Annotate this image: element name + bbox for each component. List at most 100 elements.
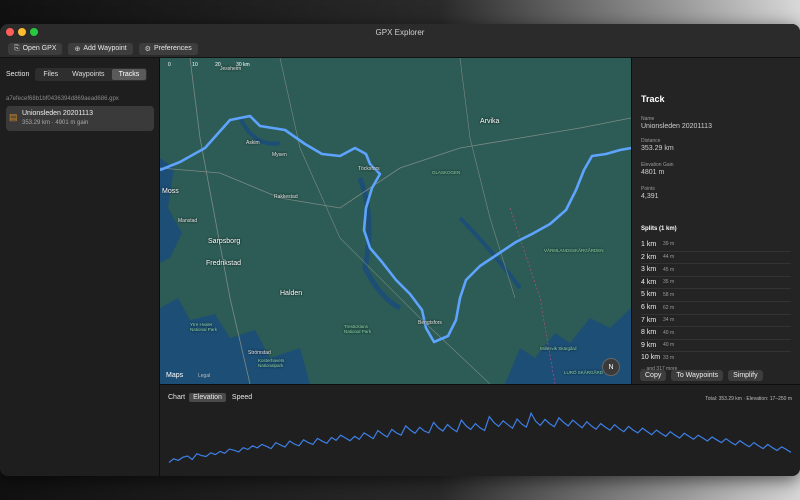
simplify-button[interactable]: Simplify [728, 370, 763, 381]
map-label-ytre-hvaler: Ytre Hvaler National Park [190, 322, 218, 332]
elevation-series-line [168, 411, 792, 463]
split-distance: 1 km [641, 240, 657, 248]
split-value: 40 m [663, 342, 675, 349]
split-row: 7 km 34 m [641, 313, 791, 326]
window-controls [6, 28, 38, 36]
split-row: 5 km 58 m [641, 288, 791, 300]
maps-legal-link[interactable]: Legal [198, 373, 210, 379]
split-row: 6 km 62 m [641, 301, 791, 313]
tab-tracks[interactable]: Tracks [111, 69, 147, 80]
split-value: 40 m [663, 329, 675, 336]
section-label: Section [6, 71, 30, 78]
map-label-mysen: Mysen [272, 152, 287, 158]
split-row: 3 km 45 m [641, 263, 791, 275]
split-distance: 8 km [641, 329, 657, 337]
sidebar: Section Files Waypoints Tracks a7efecef6… [0, 58, 160, 476]
split-row: 10 km 33 m [641, 351, 791, 363]
add-waypoint-button[interactable]: ⊕ Add Waypoint [68, 42, 133, 55]
name-value: Unionsleden 20201113 [641, 123, 712, 130]
minimize-icon[interactable] [18, 28, 26, 36]
split-value: 44 m [663, 254, 675, 261]
map-label-fredrikstad: Fredrikstad [206, 260, 242, 267]
split-value: 33 m [663, 354, 675, 361]
points-value: 4,391 [641, 193, 659, 200]
apple-maps-logo: Maps [166, 372, 183, 379]
open-folder-icon: ⎘ [14, 44, 20, 52]
chart-summary: Total: 353.29 km · Elevation: 17–250 m [705, 396, 792, 402]
map-label-varmlandsskargarden: VÄRMLANDSSKÄRGÅRDEN [544, 248, 604, 253]
elevation-chart [168, 411, 792, 463]
map-canvas [160, 58, 631, 384]
compass-label: N [608, 363, 614, 371]
tab-waypoints[interactable]: Waypoints [65, 69, 111, 80]
name-label: Name [641, 116, 655, 122]
split-row: 2 km 44 m [641, 250, 791, 263]
map-label-jessheim: Jessheim [220, 66, 242, 72]
to-waypoints-button[interactable]: To Waypoints [671, 370, 724, 381]
distance-label: Distance [641, 138, 661, 144]
section-picker: Section Files Waypoints Tracks [6, 68, 148, 81]
elevation-field: Elevation Gain 4801 m [641, 162, 674, 176]
split-value: 45 m [663, 266, 675, 273]
track-name: Unionsleden 20201113 [22, 110, 93, 117]
open-gpx-button[interactable]: ⎘ Open GPX [8, 42, 63, 55]
copy-button[interactable]: Copy [640, 370, 667, 381]
distance-value: 353.29 km [641, 145, 674, 152]
points-field: Points 4,391 [641, 186, 659, 200]
map-view[interactable]: 0 10 20 30 km Arvika Askim Mysen Töcksfo… [160, 58, 631, 384]
zoom-icon[interactable] [30, 28, 38, 36]
gear-icon: ⚙ [144, 45, 151, 53]
split-distance: 3 km [641, 266, 657, 274]
map-label-rakkestad: Rakkestad [274, 194, 298, 200]
tab-files[interactable]: Files [36, 69, 65, 80]
map-label-bengtsfors: Bengtsfors [418, 320, 442, 326]
map-label-glaskogen: GLASKOGEN [432, 170, 461, 175]
track-details-panel: Track Name Unionsleden 20201113 Distance… [631, 58, 800, 384]
split-distance: 9 km [641, 341, 657, 349]
map-label-moss: Moss [162, 188, 179, 195]
file-name: a7efecef68b1bf0436394d869aead686.gpx [6, 96, 119, 102]
map-label-stromstad: Strömstad [248, 350, 271, 356]
title-bar: GPX Explorer [0, 24, 800, 40]
split-distance: 4 km [641, 278, 657, 286]
chart-label: Chart [168, 394, 186, 401]
map-label-tocksfors: Töcksfors [358, 166, 380, 172]
map-icon: ▤ [9, 112, 18, 122]
split-value: 39 m [663, 241, 675, 247]
splits-title: Splits (1 km) [641, 226, 677, 232]
split-row: 1 km 39 m [641, 238, 791, 250]
split-value: 62 m [663, 304, 675, 311]
split-value: 35 m [663, 279, 675, 286]
split-value: 34 m [663, 317, 675, 324]
scale-tick-0: 0 [168, 62, 171, 68]
map-label-askim: Askim [246, 140, 260, 146]
compass-button[interactable]: N [602, 358, 620, 376]
toolbar: ⎘ Open GPX ⊕ Add Waypoint ⚙ Preferences [0, 40, 800, 58]
split-distance: 5 km [641, 291, 657, 299]
track-list-item[interactable]: ▤ Unionsleden 20201113 353.29 km · 4901 … [6, 106, 154, 131]
open-gpx-label: Open GPX [22, 45, 57, 52]
chart-mode-elevation[interactable]: Elevation [189, 393, 226, 402]
map-label-arvika: Arvika [480, 118, 500, 125]
map-label-manstad: Manstad [178, 218, 198, 224]
split-row: 9 km 40 m [641, 338, 791, 351]
section-segmented-control: Files Waypoints Tracks [35, 68, 148, 81]
chart-mode-speed[interactable]: Speed [228, 393, 256, 402]
map-label-tresticklans: Tresticklans National Park [344, 324, 372, 334]
preferences-button[interactable]: ⚙ Preferences [138, 42, 198, 55]
track-summary: 353.29 km · 4901 m gain [22, 120, 89, 126]
split-distance: 6 km [641, 304, 657, 311]
scale-tick-1: 10 [192, 62, 198, 68]
map-label-luro: LURÖ SKÄRGÅRD [564, 370, 604, 375]
close-icon[interactable] [6, 28, 14, 36]
preferences-label: Preferences [153, 45, 192, 52]
split-distance: 2 km [641, 253, 657, 261]
map-label-sarpsborg: Sarpsborg [208, 238, 241, 245]
chart-pane: Chart Elevation Speed Total: 353.29 km ·… [160, 384, 800, 476]
details-actions: Copy To Waypoints Simplify [640, 370, 763, 381]
chart-mode-picker: Elevation Speed [189, 393, 256, 402]
chart-header: Chart Elevation Speed [168, 393, 256, 402]
add-waypoint-label: Add Waypoint [83, 45, 127, 52]
map-label-kosterhavet: Kosterhavets Nationalpark [258, 358, 285, 368]
window-title: GPX Explorer [375, 27, 425, 37]
